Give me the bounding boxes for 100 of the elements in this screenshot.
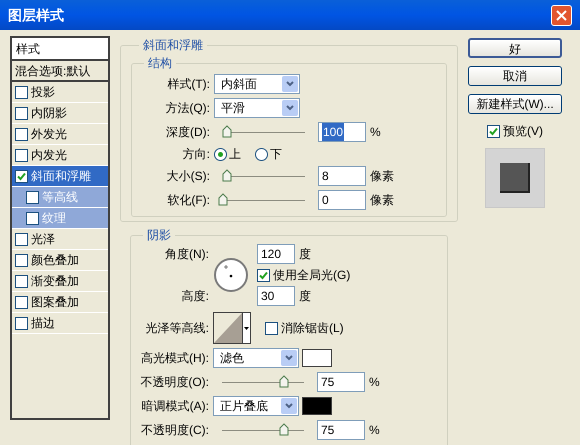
list-item[interactable]: 描边 [12,313,108,334]
radio-label: 上 [229,146,241,163]
chevron-down-icon[interactable] [281,350,297,366]
dropdown[interactable]: 正片叠底 [213,396,299,416]
color-swatch[interactable] [302,397,332,415]
item-label: 内发光 [31,147,67,164]
number-field[interactable]: 100 [318,122,366,142]
field-label: 不透明度(C): [140,422,210,439]
field-label: 角度(N): [164,246,210,263]
field-label: 高度: [180,288,210,305]
checkbox[interactable] [15,274,28,288]
checkbox[interactable] [15,128,28,140]
slider-thumb[interactable] [222,169,232,182]
radio-button[interactable] [214,148,227,160]
number-field[interactable]: 75 [317,420,365,440]
unit-label: 度 [299,288,311,305]
checkbox[interactable] [15,170,28,182]
field-label: 大小(S): [166,168,211,185]
window-title: 图层样式 [8,6,64,24]
unit-label: % [369,374,380,391]
slider-thumb[interactable] [278,375,288,388]
unit-label: % [369,422,380,439]
item-label: 斜面和浮雕 [31,168,91,185]
field-label: 深度(D): [165,124,211,141]
list-item[interactable]: 投影 [12,82,108,103]
unit-label: 像素 [370,192,394,209]
checkbox[interactable] [265,322,278,334]
field-label: 方法(Q): [164,100,211,117]
checkbox[interactable] [15,296,28,308]
dropdown[interactable]: 滤色 [213,348,299,368]
field-value: 75 [321,422,334,439]
item-label: 混合选项:默认 [15,62,90,80]
angle-dial[interactable] [213,257,249,293]
group-title: 结构 [147,55,173,72]
unit-label: 度 [299,246,311,263]
checkbox[interactable] [15,232,28,246]
checkbox[interactable] [487,124,500,138]
item-label: 描边 [31,315,55,332]
caret-down-icon[interactable] [244,326,249,330]
item-label: 投影 [31,84,55,101]
number-field[interactable]: 8 [318,166,366,186]
number-field[interactable]: 30 [257,286,295,306]
dropdown[interactable]: 内斜面 [214,74,300,94]
checkbox[interactable] [15,254,28,266]
contour-picker[interactable] [213,312,251,344]
field-value: 30 [261,288,274,305]
chevron-down-icon[interactable] [282,100,298,116]
list-item[interactable]: 渐变叠加 [12,271,108,292]
item-label: 图案叠加 [31,294,79,311]
item-label: 等高线 [42,189,78,206]
checkbox[interactable] [15,316,28,330]
list-header: 样式 [16,40,40,58]
list-item[interactable]: 斜面和浮雕 [12,166,108,187]
checkbox[interactable] [15,86,28,98]
checkbox-label: 消除锯齿(L) [281,320,344,337]
field-value: 75 [321,374,334,391]
field-label: 软化(F): [166,192,211,209]
field-label: 方向: [182,146,211,163]
number-field[interactable]: 0 [318,190,366,210]
slider-thumb[interactable] [278,423,288,436]
unit-label: 像素 [370,168,394,185]
color-swatch[interactable] [302,349,332,367]
radio-button[interactable] [255,148,268,160]
field-value: 8 [322,168,329,185]
list-item[interactable]: 光泽 [12,229,108,250]
checkbox[interactable] [26,212,39,224]
dropdown[interactable]: 平滑 [214,98,300,118]
field-value: 0 [322,192,329,209]
list-item[interactable]: 内阴影 [12,103,108,124]
field-label: 样式(T): [166,76,211,93]
item-label: 渐变叠加 [31,273,79,290]
group-title: 阴影 [146,227,172,244]
field-value: 100 [322,123,344,141]
item-label: 颜色叠加 [31,252,79,269]
field-label: 光泽等高线: [144,320,210,337]
list-item[interactable]: 混合选项:默认 [12,61,108,82]
list-item[interactable]: 颜色叠加 [12,250,108,271]
number-field[interactable]: 120 [257,244,295,264]
checkbox-label: 预览(V) [503,123,543,140]
field-label: 暗调模式(A): [140,398,210,415]
slider-thumb[interactable] [222,125,232,138]
dialog-button[interactable]: 新建样式(W)... [468,94,562,114]
number-field[interactable]: 75 [317,372,365,392]
checkbox-label: 使用全局光(G) [273,267,350,284]
dropdown-value: 滤色 [220,350,244,367]
slider-thumb[interactable] [218,193,228,206]
list-item[interactable]: 外发光 [12,124,108,145]
checkbox[interactable] [15,148,28,162]
chevron-down-icon[interactable] [282,76,298,92]
dialog-button[interactable]: 取消 [468,66,562,86]
preview-thumbnail [485,148,545,208]
dialog-button[interactable]: 好 [468,38,562,58]
checkbox[interactable] [257,268,270,282]
checkbox[interactable] [15,106,28,120]
checkbox[interactable] [26,190,39,204]
item-label: 外发光 [31,126,67,143]
list-item[interactable]: 图案叠加 [12,292,108,313]
chevron-down-icon[interactable] [281,398,297,414]
close-icon[interactable] [551,4,572,26]
dropdown-value: 正片叠底 [220,398,268,415]
